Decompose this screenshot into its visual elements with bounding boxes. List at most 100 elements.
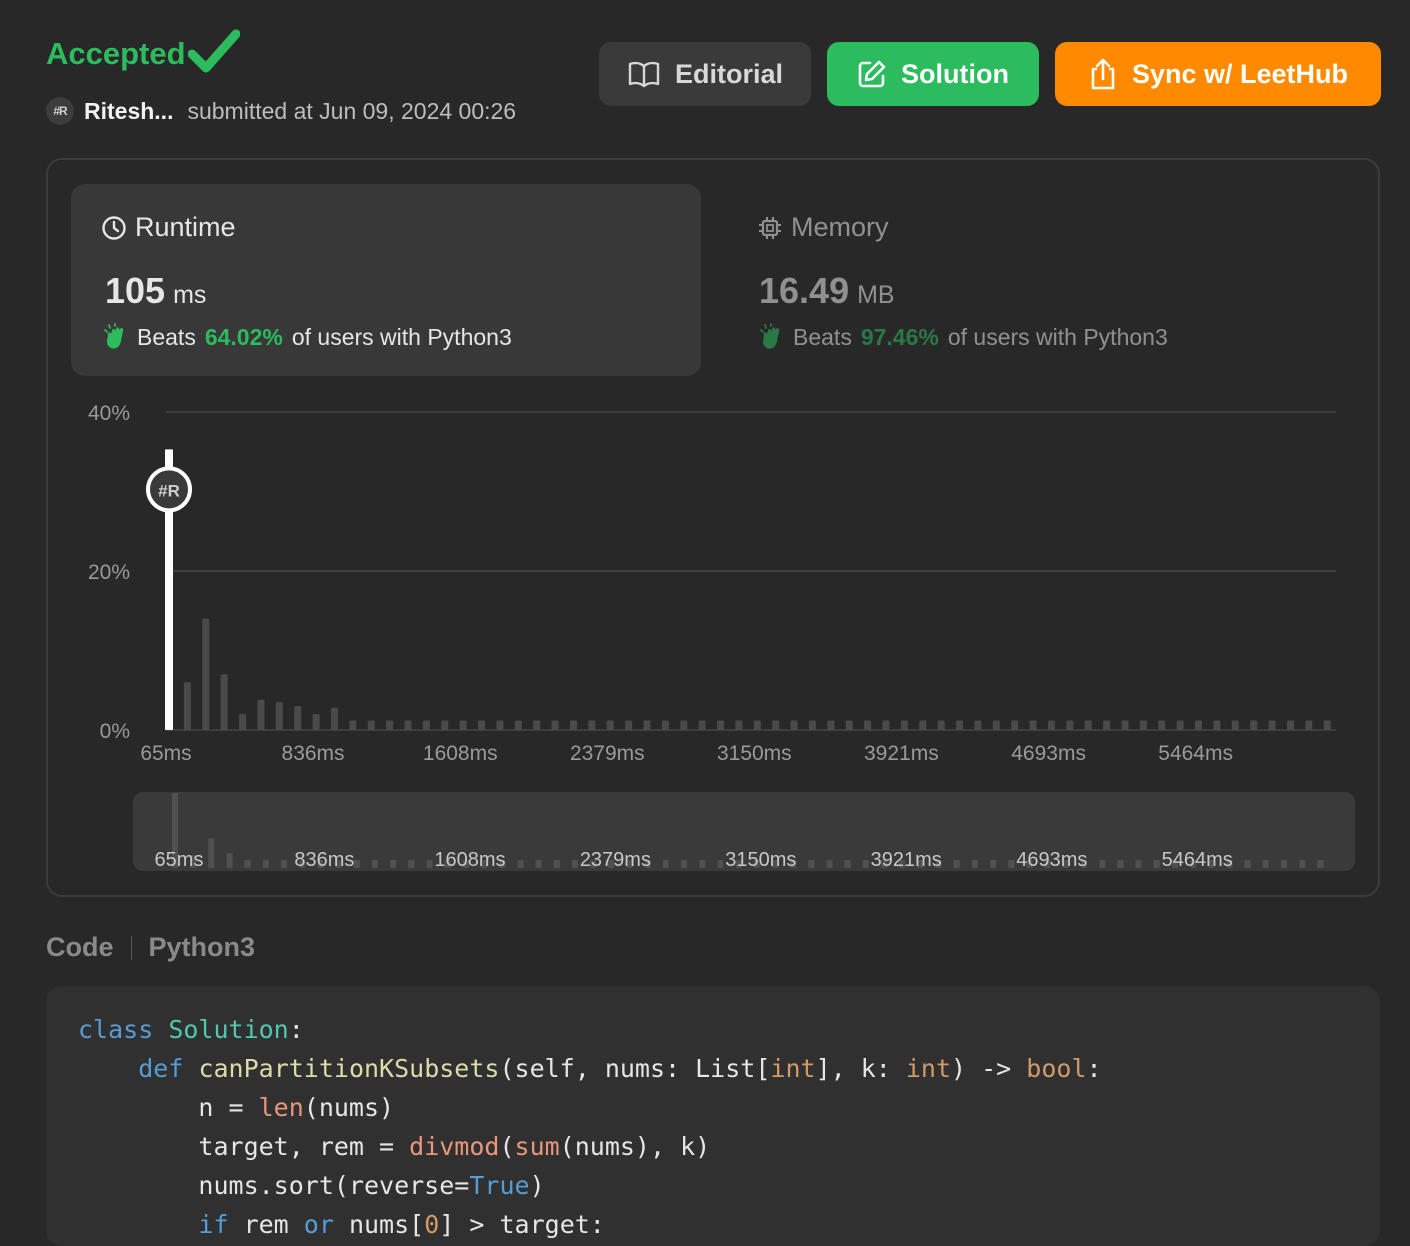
- histogram-bar[interactable]: [202, 618, 210, 730]
- histogram-bar[interactable]: [698, 720, 706, 730]
- runtime-beats-suffix: of users with Python3: [291, 323, 512, 350]
- histogram-bar[interactable]: [1047, 720, 1055, 730]
- histogram-bar[interactable]: [772, 720, 780, 730]
- editorial-button[interactable]: Editorial: [599, 42, 811, 106]
- histogram-bar[interactable]: [1066, 720, 1074, 730]
- runtime-beats-percent: 64.02%: [204, 323, 283, 350]
- histogram-bar[interactable]: [956, 720, 964, 730]
- histogram-bar[interactable]: [992, 720, 1000, 730]
- histogram-bar[interactable]: [275, 702, 283, 730]
- histogram-bar[interactable]: [1121, 720, 1129, 730]
- navigator-bar: [844, 860, 851, 868]
- runtime-distribution-chart[interactable]: 0% 20% 40% 65ms 836ms 1608ms 2379ms 3150ms 3921…: [46, 390, 1366, 885]
- histogram-bar[interactable]: [974, 720, 982, 730]
- navigator-bar: [517, 860, 524, 868]
- solution-button[interactable]: Solution: [827, 42, 1039, 106]
- histogram-bar[interactable]: [625, 720, 633, 730]
- runtime-title-label: Runtime: [135, 212, 236, 242]
- histogram-bar[interactable]: [643, 720, 651, 730]
- username[interactable]: Ritesh...: [84, 98, 173, 125]
- histogram-bar[interactable]: [1011, 720, 1019, 730]
- histogram-bar[interactable]: [330, 707, 338, 730]
- histogram-bar[interactable]: [1158, 720, 1166, 730]
- histogram-bar[interactable]: [441, 720, 449, 730]
- histogram-bar[interactable]: [1103, 720, 1111, 730]
- histogram-bar[interactable]: [661, 720, 669, 730]
- x-tick-label: 4693ms: [1011, 742, 1086, 765]
- code-content[interactable]: class Solution: def canPartitionKSubsets…: [78, 1010, 1102, 1244]
- chip-icon: [759, 216, 781, 239]
- memory-title-label: Memory: [791, 212, 889, 242]
- histogram-bar[interactable]: [1231, 720, 1239, 730]
- histogram-bar[interactable]: [404, 720, 412, 730]
- histogram-bar[interactable]: [386, 720, 394, 730]
- navigator-bar: [208, 838, 215, 868]
- histogram-bar[interactable]: [257, 699, 265, 730]
- histogram-bar[interactable]: [680, 720, 688, 730]
- histogram-bar[interactable]: [753, 720, 761, 730]
- sync-label: Sync w/ LeetHub: [1131, 58, 1349, 89]
- histogram-bar[interactable]: [588, 720, 596, 730]
- navigator-tick-label: 1608ms: [434, 849, 505, 871]
- histogram-bar[interactable]: [845, 720, 853, 730]
- histogram-bar[interactable]: [606, 720, 614, 730]
- histogram-bar[interactable]: [496, 720, 504, 730]
- submission-info: #R Ritesh... submitted at Jun 09, 2024 0…: [46, 96, 516, 126]
- histogram-bar[interactable]: [1323, 720, 1331, 730]
- avatar[interactable]: #R: [46, 97, 74, 125]
- histogram-bar[interactable]: [864, 720, 872, 730]
- histogram-bar[interactable]: [919, 720, 927, 730]
- histogram-bar[interactable]: [478, 720, 486, 730]
- histogram-bar[interactable]: [220, 674, 228, 730]
- navigator-bar: [1244, 860, 1251, 868]
- histogram-bar[interactable]: [1286, 720, 1294, 730]
- memory-card[interactable]: Memory 16.49 MB Beats 97.46% of users wi…: [757, 184, 1317, 376]
- histogram-bar[interactable]: [294, 706, 302, 730]
- navigator-tick-label: 3150ms: [725, 849, 796, 871]
- histogram-bar[interactable]: [183, 682, 191, 730]
- memory-unit: MB: [857, 281, 895, 309]
- histogram-bar[interactable]: [808, 720, 816, 730]
- navigator-bar: [226, 853, 233, 868]
- navigator-bar: [535, 860, 542, 868]
- histogram-bar[interactable]: [1213, 720, 1221, 730]
- histogram-bar[interactable]: [1029, 720, 1037, 730]
- histogram-bar[interactable]: [551, 720, 559, 730]
- sync-leethub-button[interactable]: Sync w/ LeetHub: [1055, 42, 1381, 106]
- histogram-bar[interactable]: [900, 720, 908, 730]
- histogram-bar[interactable]: [827, 720, 835, 730]
- histogram-bar[interactable]: [514, 720, 522, 730]
- histogram-bar[interactable]: [1176, 720, 1184, 730]
- histogram-bar[interactable]: [1084, 720, 1092, 730]
- navigator-bar: [953, 860, 960, 868]
- histogram-bar[interactable]: [1139, 720, 1147, 730]
- histogram-bar[interactable]: [717, 720, 725, 730]
- memory-beats-suffix: of users with Python3: [947, 323, 1168, 350]
- checkmark-icon: [187, 29, 240, 73]
- histogram-bar[interactable]: [349, 720, 357, 730]
- histogram-bar[interactable]: [882, 720, 890, 730]
- histogram-bar[interactable]: [239, 714, 247, 730]
- navigator-bar: [353, 860, 360, 868]
- histogram-bar[interactable]: [569, 720, 577, 730]
- memory-beats: Beats 97.46% of users with Python3: [757, 322, 1168, 352]
- code-label: Code: [46, 932, 114, 962]
- histogram-bar[interactable]: [422, 720, 430, 730]
- navigator-bar: [1299, 860, 1306, 868]
- histogram-bar[interactable]: [735, 720, 743, 730]
- runtime-card[interactable]: Runtime 105 ms Beats 64.02% of users wit…: [71, 184, 701, 376]
- histogram-bar[interactable]: [312, 714, 320, 730]
- histogram-bar[interactable]: [533, 720, 541, 730]
- navigator-bar: [971, 860, 978, 868]
- histogram-bar[interactable]: [459, 720, 467, 730]
- histogram-bar[interactable]: [790, 720, 798, 730]
- histogram-bar[interactable]: [367, 720, 375, 730]
- navigator-tick-label: 2379ms: [580, 849, 651, 871]
- histogram-bar[interactable]: [937, 720, 945, 730]
- histogram-bar[interactable]: [1250, 720, 1258, 730]
- code-editor[interactable]: class Solution: def canPartitionKSubsets…: [46, 986, 1380, 1246]
- histogram-bar[interactable]: [1268, 720, 1276, 730]
- histogram-bar[interactable]: [1305, 720, 1313, 730]
- histogram-bar[interactable]: [1195, 720, 1203, 730]
- memory-beats-percent: 97.46%: [860, 323, 939, 350]
